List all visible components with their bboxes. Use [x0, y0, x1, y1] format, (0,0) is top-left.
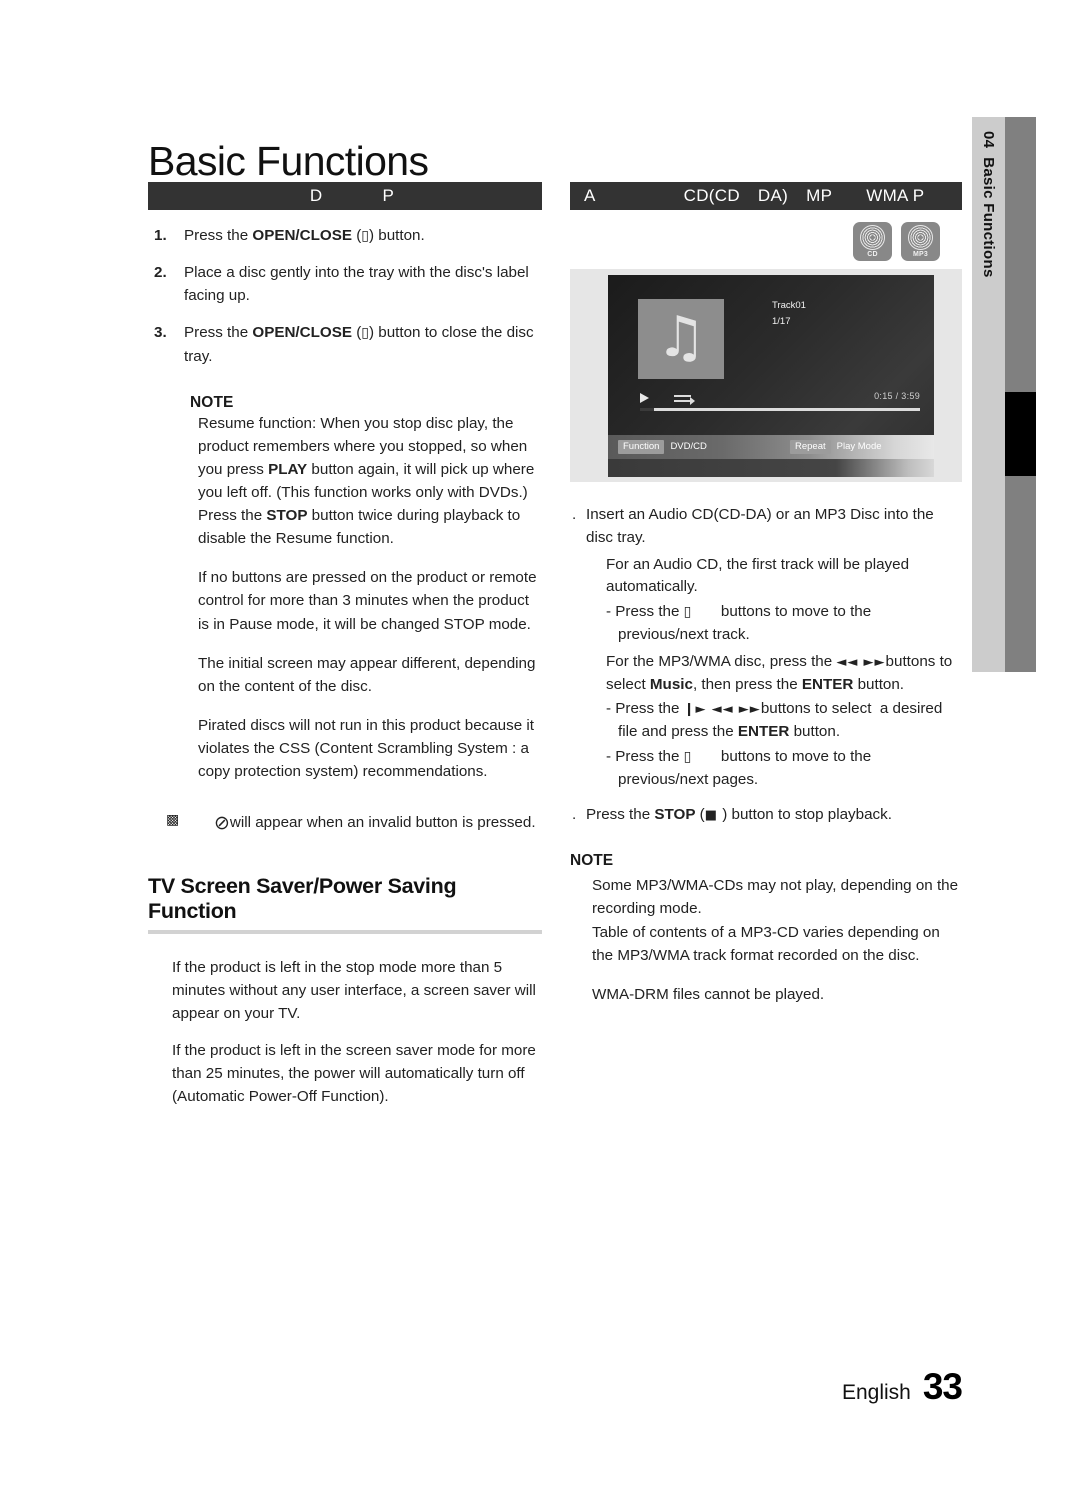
tv-screen-mockup: ♫ Track01 1/17 0:15 / 3:59 Function DVD/… — [570, 269, 962, 482]
list-bullet: . — [572, 506, 577, 523]
repeat-icon — [674, 394, 695, 405]
function-button[interactable]: Function — [618, 440, 665, 455]
note-paragraph: Pirated discs will not run in this produ… — [198, 716, 534, 781]
tv-screen-inner: ♫ Track01 1/17 0:15 / 3:59 Function DVD/… — [608, 275, 934, 477]
note-paragraph: The initial screen may appear different,… — [198, 654, 536, 695]
list-item-text: Press the STOP (■ ) button to stop playb… — [586, 805, 892, 823]
left-section-header-bar: D P — [148, 182, 542, 210]
chapter-name: Basic Functions — [980, 157, 997, 278]
repeat-button[interactable]: Repeat — [790, 440, 831, 455]
disc-loading-steps: 1. Press the OPEN/CLOSE (▯) button. 2. P… — [148, 224, 542, 368]
progress-bar — [640, 408, 920, 411]
tv-time-display: 0:15 / 3:59 — [874, 391, 920, 401]
disc-type-badges: CD MP3 — [570, 222, 962, 261]
disc-glyph-icon — [860, 225, 885, 250]
tv-track-index: 1/17 — [772, 316, 791, 327]
invalid-button-note-text: will appear when an invalid button is pr… — [229, 814, 536, 832]
right-note-body: Some MP3/WMA-CDs may not play, depending… — [592, 874, 962, 1005]
right-section-header-seg3: DA) — [757, 186, 789, 205]
side-tab-text: 04 Basic Functions — [972, 117, 1005, 672]
footer-page-number: 33 — [922, 1366, 963, 1407]
list-item-text: Insert an Audio CD(CD-DA) or an MP3 Disc… — [586, 506, 934, 546]
note-paragraph: WMA-DRM files cannot be played. — [592, 985, 825, 1003]
sub-line: - Press the ❙► ◄◄ ►►buttons to select a … — [606, 700, 943, 741]
sub-line: - Press the ▯ buttons to move to the pre… — [606, 747, 872, 788]
invalid-button-note: ▩ ⊘will appear when an invalid button is… — [166, 809, 542, 838]
tv-footer-underbar — [608, 459, 934, 477]
progress-fill — [640, 408, 654, 411]
list-item: 2. Place a disc gently into the tray wit… — [148, 261, 542, 307]
right-section-header-seg1: A — [584, 186, 596, 205]
list-bullet: . — [572, 805, 577, 823]
right-instruction-list: . Insert an Audio CD(CD-DA) or an MP3 Di… — [570, 504, 962, 826]
missing-glyph-marker-icon: ▩ — [166, 812, 180, 829]
step-text: Place a disc gently into the tray with t… — [184, 264, 529, 305]
side-tab-chapter-marker — [1005, 392, 1036, 476]
manual-page: Basic Functions D P 1. Press the OPEN/CL… — [0, 0, 1080, 1486]
step-text: Press the OPEN/CLOSE (▯) button. — [184, 227, 425, 244]
right-column: A CD(CD DA) MP WMA P CD MP3 ♫ Track01 1/… — [570, 182, 962, 1006]
right-note-label: NOTE — [570, 852, 614, 870]
list-item: . Press the STOP (■ ) button to stop pla… — [570, 804, 962, 827]
sub-line: For an Audio CD, the first track will be… — [606, 555, 910, 596]
play-icon — [640, 393, 649, 403]
subsection-body: If the product is left in the stop mode … — [172, 956, 542, 1109]
cd-badge-icon: CD — [853, 222, 892, 261]
time-total: 3:59 — [901, 391, 920, 401]
step-number: 3. — [154, 324, 167, 342]
tv-footer-left-group: Function DVD/CD — [618, 440, 712, 455]
subsection-paragraph: If the product is left in the screen sav… — [172, 1041, 536, 1106]
music-note-icon: ♫ — [655, 304, 707, 370]
sub-line: - Press the ▯ buttons to move to the pre… — [606, 603, 872, 643]
right-section-header-bar: A CD(CD DA) MP WMA P — [570, 182, 962, 210]
side-tab-label: 04 Basic Functions — [980, 131, 997, 278]
disc-glyph-icon — [908, 225, 933, 250]
note-paragraph: Some MP3/WMA-CDs may not play, depending… — [592, 877, 959, 918]
step-number: 1. — [154, 227, 167, 244]
chapter-side-tab: 04 Basic Functions — [972, 117, 1036, 672]
mp3-badge-label: MP3 — [913, 251, 928, 258]
tv-track-title: Track01 — [772, 300, 806, 311]
left-note-body: Resume function: When you stop disc play… — [198, 412, 542, 783]
sub-line: For the MP3/WMA disc, press the ◄◄ ►►but… — [606, 652, 953, 693]
note-paragraph: Press the STOP button twice during playb… — [198, 507, 521, 548]
album-art-placeholder: ♫ — [638, 299, 724, 379]
list-item: 3. Press the OPEN/CLOSE (▯) button to cl… — [148, 321, 542, 367]
list-item: 1. Press the OPEN/CLOSE (▯) button. — [148, 224, 542, 247]
step-text: Press the OPEN/CLOSE (▯) button to close… — [184, 324, 534, 365]
page-title: Basic Functions — [148, 138, 429, 185]
footer-language: English — [841, 1381, 911, 1404]
tv-footer-bar: Function DVD/CD Repeat Play Mode — [608, 435, 934, 477]
right-section-header-seg5: WMA P — [866, 186, 925, 205]
right-section-header-seg4: MP — [806, 186, 833, 205]
left-note-label: NOTE — [190, 393, 234, 411]
tv-footer-right-group: Repeat Play Mode — [790, 440, 887, 455]
chapter-number: 04 — [980, 131, 997, 149]
subsection-heading: TV Screen Saver/Power Saving Function — [148, 874, 542, 934]
list-item: . Insert an Audio CD(CD-DA) or an MP3 Di… — [570, 504, 962, 550]
left-column: D P 1. Press the OPEN/CLOSE (▯) button. … — [148, 182, 542, 1108]
time-separator: / — [895, 391, 899, 401]
note-paragraph: Resume function: When you stop disc play… — [198, 414, 535, 502]
page-footer: English 33 — [841, 1366, 963, 1408]
mp3-badge-icon: MP3 — [901, 222, 940, 261]
play-mode-label: Play Mode — [836, 441, 882, 452]
left-section-header-seg1: D — [309, 186, 323, 205]
cd-badge-label: CD — [867, 251, 878, 258]
note-paragraph: If no buttons are pressed on the product… — [198, 569, 537, 633]
note-paragraph: Table of contents of a MP3-CD varies dep… — [592, 923, 940, 964]
step-number: 2. — [154, 264, 167, 282]
source-label: DVD/CD — [670, 441, 707, 452]
left-section-header-seg2: P — [382, 186, 395, 205]
right-section-header-seg2: CD(CD — [683, 186, 740, 205]
subsection-paragraph: If the product is left in the stop mode … — [172, 958, 536, 1022]
time-current: 0:15 — [874, 391, 893, 401]
no-entry-icon: ⊘ — [214, 812, 230, 835]
